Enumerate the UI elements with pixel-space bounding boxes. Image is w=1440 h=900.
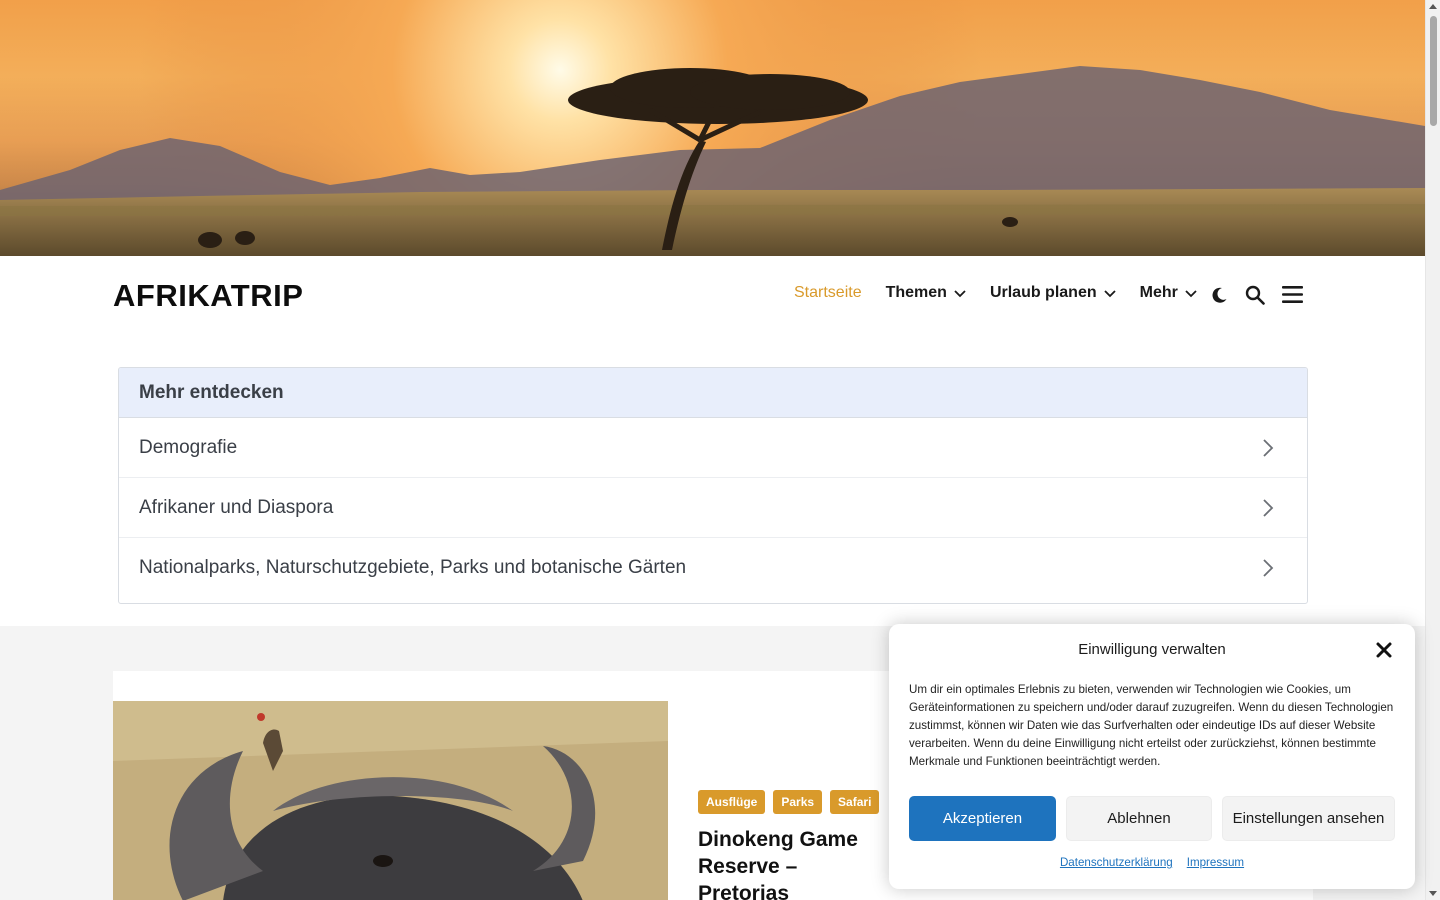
chevron-right-icon bbox=[1263, 498, 1274, 517]
discover-item-afrikaner-diaspora[interactable]: Afrikaner und Diaspora bbox=[119, 478, 1307, 538]
cookie-consent-dialog: Einwilligung verwalten Um dir ein optima… bbox=[889, 624, 1415, 889]
chevron-down-icon bbox=[1103, 290, 1116, 298]
article-title[interactable]: Dinokeng Game Reserve – Pretorias bbox=[698, 826, 888, 900]
discover-item-demografie[interactable]: Demografie bbox=[119, 418, 1307, 478]
accept-button[interactable]: Akzeptieren bbox=[909, 796, 1056, 841]
site-header: AFRIKATRIP Startseite Themen Urlaub plan… bbox=[0, 256, 1425, 336]
buffalo-image bbox=[113, 701, 668, 900]
nav-item-mehr[interactable]: Mehr bbox=[1140, 284, 1197, 302]
privacy-policy-link[interactable]: Datenschutzerklärung bbox=[1060, 856, 1173, 869]
main-navigation: Startseite Themen Urlaub planen Mehr bbox=[794, 284, 1221, 302]
decline-button[interactable]: Ablehnen bbox=[1066, 796, 1212, 841]
discover-item-label: Afrikaner und Diaspora bbox=[139, 496, 334, 518]
tag-ausfluege[interactable]: Ausflüge bbox=[698, 790, 766, 814]
tag-parks[interactable]: Parks bbox=[773, 790, 823, 814]
tag-safari[interactable]: Safari bbox=[830, 790, 880, 814]
chevron-down-icon bbox=[1185, 290, 1197, 298]
menu-icon[interactable] bbox=[1282, 285, 1303, 304]
nav-item-label: Mehr bbox=[1139, 284, 1178, 301]
savanna-sunset-image bbox=[0, 0, 1425, 256]
consent-title: Einwilligung verwalten bbox=[1078, 641, 1226, 658]
view-settings-button[interactable]: Einstellungen ansehen bbox=[1222, 796, 1395, 841]
article-image[interactable] bbox=[113, 701, 668, 900]
nav-item-label: Urlaub planen bbox=[989, 284, 1097, 301]
dark-mode-icon[interactable] bbox=[1210, 286, 1228, 304]
scrollbar-thumb[interactable] bbox=[1430, 16, 1437, 126]
discover-item-label: Nationalparks, Naturschutzgebiete, Parks… bbox=[139, 557, 687, 578]
discover-item-label: Demografie bbox=[139, 436, 238, 458]
search-icon[interactable] bbox=[1245, 285, 1265, 305]
chevron-right-icon bbox=[1263, 438, 1274, 457]
article-tags: Ausflüge Parks Safari bbox=[698, 790, 887, 814]
discover-more-box: Mehr entdecken Demografie Afrikaner und … bbox=[118, 367, 1308, 604]
consent-links: Datenschutzerklärung Impressum bbox=[889, 856, 1415, 869]
scroll-down-arrow-icon[interactable] bbox=[1429, 891, 1437, 896]
nav-item-label: Themen bbox=[885, 284, 947, 301]
close-icon[interactable] bbox=[1375, 641, 1393, 659]
discover-more-title: Mehr entdecken bbox=[119, 368, 1307, 418]
chevron-right-icon bbox=[1263, 559, 1274, 577]
nav-item-startseite[interactable]: Startseite bbox=[794, 284, 862, 302]
site-logo[interactable]: AFRIKATRIP bbox=[113, 278, 303, 314]
consent-text: Um dir ein optimales Erlebnis zu bieten,… bbox=[909, 683, 1394, 768]
nav-item-urlaub-planen[interactable]: Urlaub planen bbox=[990, 284, 1116, 302]
imprint-link[interactable]: Impressum bbox=[1187, 856, 1244, 869]
nav-item-themen[interactable]: Themen bbox=[886, 284, 966, 302]
nav-item-label: Startseite bbox=[794, 284, 862, 301]
chevron-down-icon bbox=[954, 290, 966, 298]
hero-banner bbox=[0, 0, 1425, 256]
scroll-up-arrow-icon[interactable] bbox=[1429, 4, 1437, 9]
discover-item-nationalparks[interactable]: Nationalparks, Naturschutzgebiete, Parks… bbox=[119, 538, 1307, 598]
page-scrollbar[interactable] bbox=[1425, 0, 1440, 900]
